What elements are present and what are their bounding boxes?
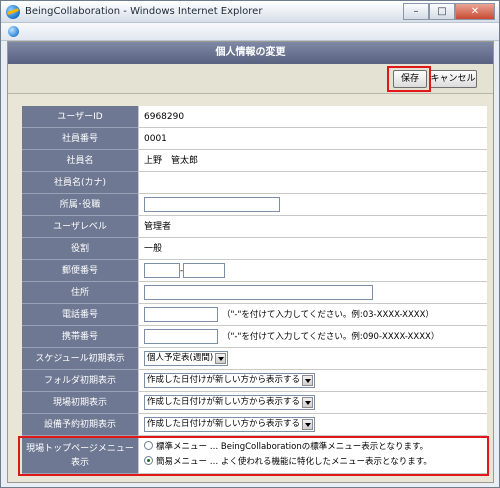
site-initial-selected: 作成した日付けが新しい方から表示する xyxy=(147,397,301,407)
address-bar xyxy=(1,23,499,41)
phone-hint: （"-"を付けて入力してください。例:03-XXXX-XXXX） xyxy=(222,310,434,320)
user-id-label: ユーザーID xyxy=(22,106,138,128)
phone-label: 電話番号 xyxy=(22,304,138,326)
user-id-value: 6968290 xyxy=(138,106,487,128)
top-menu-highlight-box xyxy=(18,436,489,476)
row-phone: 電話番号 （"-"を付けて入力してください。例:03-XXXX-XXXX） xyxy=(22,304,487,326)
cancel-button[interactable]: キャンセル xyxy=(429,70,477,88)
browser-window: BeingCollaboration - Windows Internet Ex… xyxy=(0,0,500,488)
row-mobile: 携帯番号 （"-"を付けて入力してください。例:090-XXXX-XXXX） xyxy=(22,326,487,348)
row-schedule-initial: スケジュール初期表示 個人予定表(週間) xyxy=(22,348,487,370)
page-title: 個人情報の変更 xyxy=(8,42,493,64)
folder-initial-selected: 作成した日付けが新しい方から表示する xyxy=(147,375,301,385)
site-initial-select[interactable]: 作成した日付けが新しい方から表示する xyxy=(144,395,316,410)
department-label: 所属･役職 xyxy=(22,194,138,216)
employee-name-value: 上野 管太郎 xyxy=(138,150,487,172)
employee-no-label: 社員番号 xyxy=(22,128,138,150)
mobile-input[interactable] xyxy=(144,329,218,344)
row-employee-no: 社員番号 0001 xyxy=(22,128,487,150)
postal-code-label: 郵便番号 xyxy=(22,260,138,282)
mobile-cell: （"-"を付けて入力してください。例:090-XXXX-XXXX） xyxy=(138,326,487,348)
mobile-hint: （"-"を付けて入力してください。例:090-XXXX-XXXX） xyxy=(222,332,440,342)
employee-no-value: 0001 xyxy=(138,128,487,150)
row-role: 役割 一般 xyxy=(22,238,487,260)
mobile-label: 携帯番号 xyxy=(22,326,138,348)
row-folder-initial: フォルダ初期表示 作成した日付けが新しい方から表示する xyxy=(22,370,487,392)
page-content: 個人情報の変更 保存 キャンセル ユーザーID 6968290 社員番号 000… xyxy=(7,41,494,483)
ie-icon xyxy=(6,5,20,19)
address-label: 住所 xyxy=(22,282,138,304)
employee-name-kana-value xyxy=(138,172,487,194)
employee-name-kana-label: 社員名(カナ) xyxy=(22,172,138,194)
department-cell xyxy=(138,194,487,216)
save-highlight-box xyxy=(387,66,431,92)
role-label: 役割 xyxy=(22,238,138,260)
window-title: BeingCollaboration - Windows Internet Ex… xyxy=(25,6,263,17)
employee-name-label: 社員名 xyxy=(22,150,138,172)
title-bar: BeingCollaboration - Windows Internet Ex… xyxy=(1,1,499,23)
schedule-initial-cell: 個人予定表(週間) xyxy=(138,348,487,370)
equipment-initial-select[interactable]: 作成した日付けが新しい方から表示する xyxy=(144,417,316,432)
schedule-initial-selected: 個人予定表(週間) xyxy=(147,353,214,363)
chevron-down-icon xyxy=(215,353,227,364)
chevron-down-icon xyxy=(302,397,314,408)
equipment-initial-selected: 作成した日付けが新しい方から表示する xyxy=(147,419,301,429)
row-department: 所属･役職 xyxy=(22,194,487,216)
chevron-down-icon xyxy=(302,419,314,430)
row-user-level: ユーザレベル 管理者 xyxy=(22,216,487,238)
folder-initial-cell: 作成した日付けが新しい方から表示する xyxy=(138,370,487,392)
user-level-label: ユーザレベル xyxy=(22,216,138,238)
equipment-initial-cell: 作成した日付けが新しい方から表示する xyxy=(138,414,487,436)
schedule-initial-label: スケジュール初期表示 xyxy=(22,348,138,370)
schedule-initial-select[interactable]: 個人予定表(週間) xyxy=(144,351,229,366)
minimize-button[interactable]: – xyxy=(403,3,429,20)
equipment-initial-label: 設備予約初期表示 xyxy=(22,414,138,436)
page-icon xyxy=(8,26,19,37)
postal-code-input-2[interactable] xyxy=(183,263,226,278)
phone-input[interactable] xyxy=(144,307,218,322)
phone-cell: （"-"を付けて入力してください。例:03-XXXX-XXXX） xyxy=(138,304,487,326)
row-postal-code: 郵便番号 - xyxy=(22,260,487,282)
postal-code-input-1[interactable] xyxy=(144,263,180,278)
site-initial-cell: 作成した日付けが新しい方から表示する xyxy=(138,392,487,414)
window-controls: – □ ✕ xyxy=(403,3,495,20)
postal-code-cell: - xyxy=(138,260,487,282)
close-button[interactable]: ✕ xyxy=(455,3,495,20)
site-initial-label: 現場初期表示 xyxy=(22,392,138,414)
role-value: 一般 xyxy=(138,238,487,260)
folder-initial-select[interactable]: 作成した日付けが新しい方から表示する xyxy=(144,373,316,388)
row-address: 住所 xyxy=(22,282,487,304)
user-level-value: 管理者 xyxy=(138,216,487,238)
row-site-initial: 現場初期表示 作成した日付けが新しい方から表示する xyxy=(22,392,487,414)
row-user-id: ユーザーID 6968290 xyxy=(22,106,487,128)
folder-initial-label: フォルダ初期表示 xyxy=(22,370,138,392)
row-equipment-initial: 設備予約初期表示 作成した日付けが新しい方から表示する xyxy=(22,414,487,436)
department-input[interactable] xyxy=(144,197,280,212)
row-employee-name-kana: 社員名(カナ) xyxy=(22,172,487,194)
address-input[interactable] xyxy=(144,285,373,300)
address-cell xyxy=(138,282,487,304)
row-employee-name: 社員名 上野 管太郎 xyxy=(22,150,487,172)
chevron-down-icon xyxy=(302,375,314,386)
maximize-button[interactable]: □ xyxy=(429,3,455,20)
